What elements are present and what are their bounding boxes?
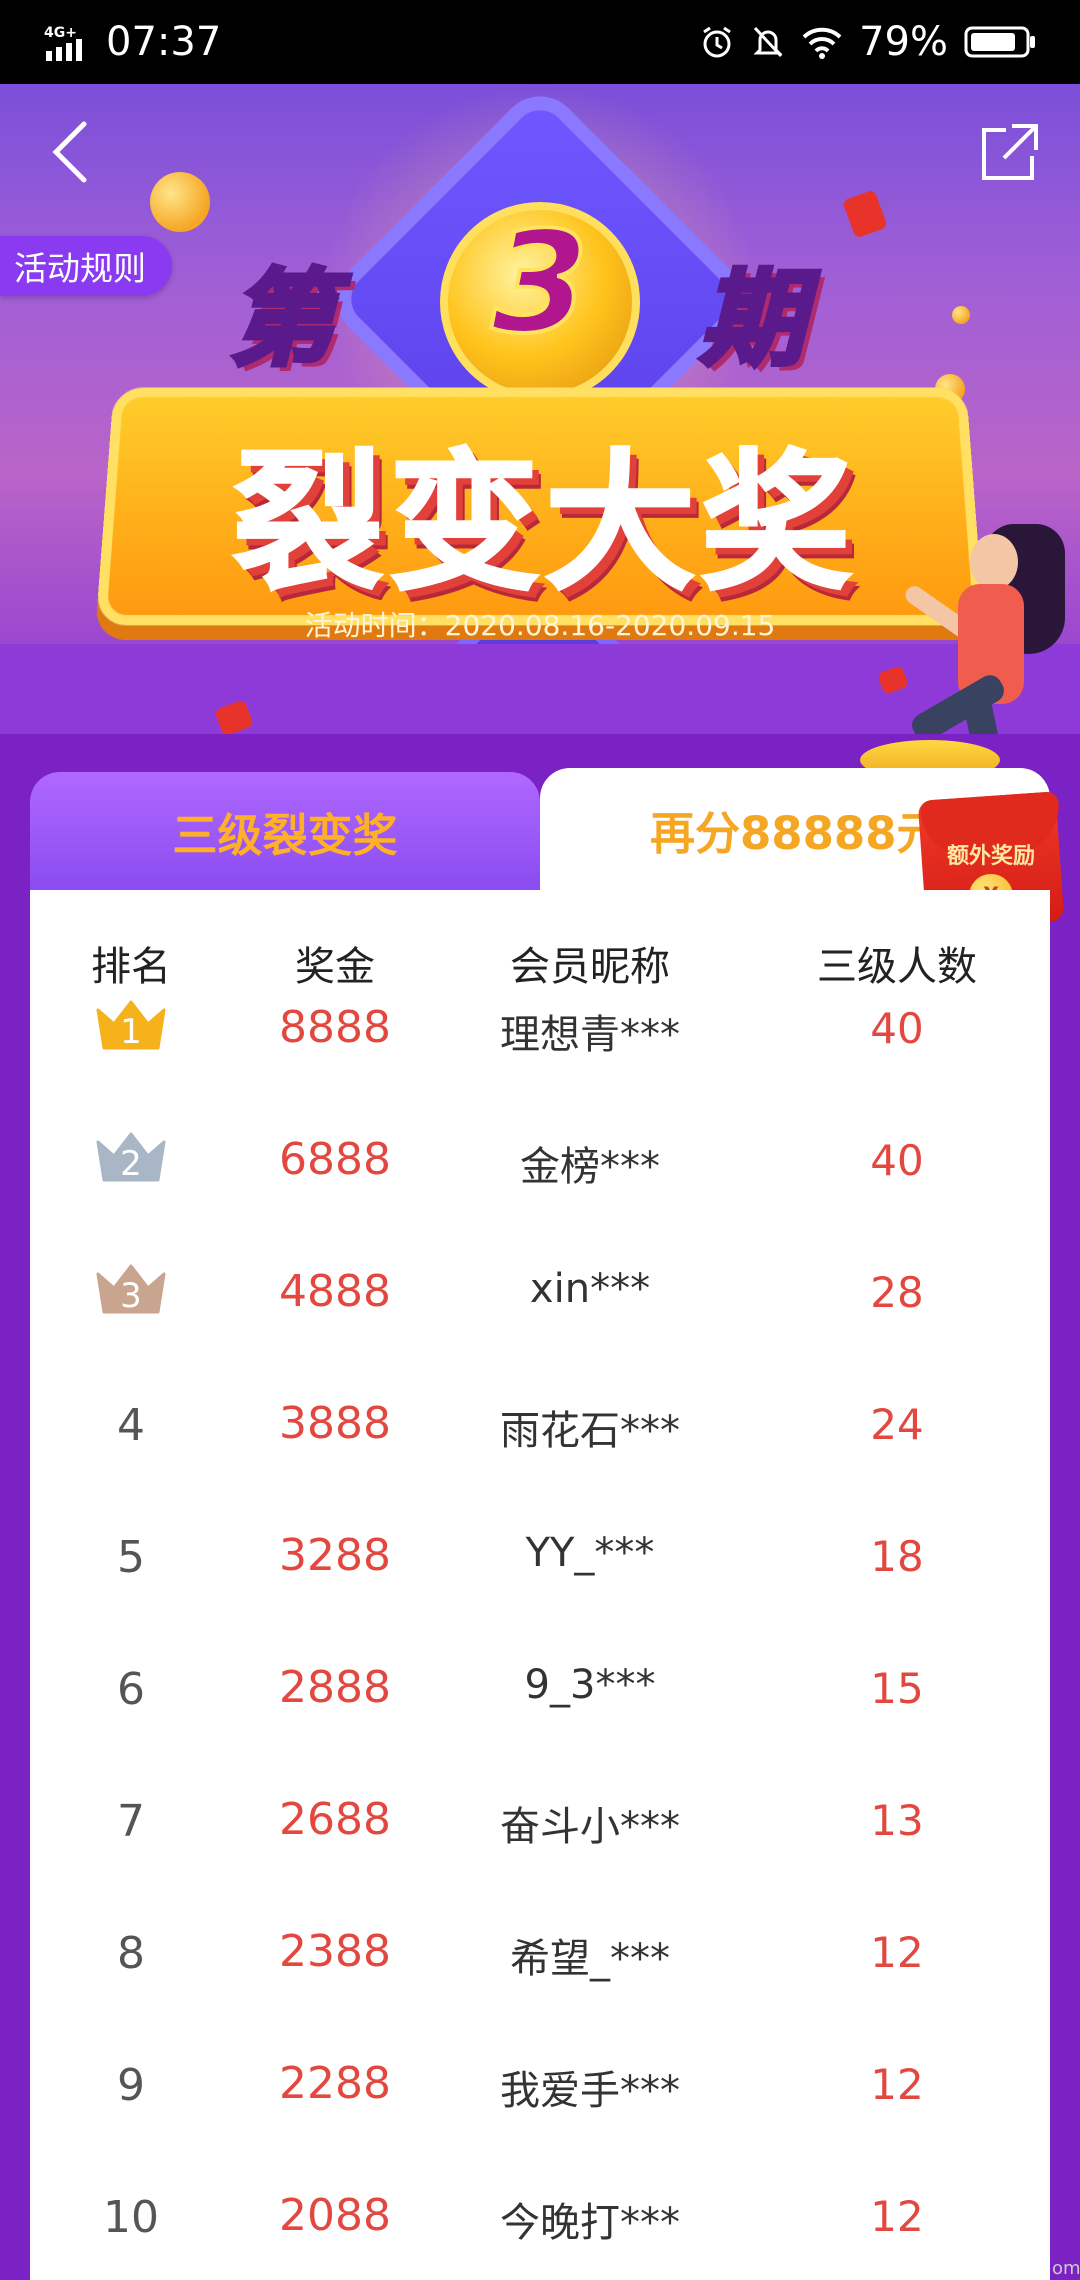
status-bar: 4G+ 07:37 79% xyxy=(0,0,1080,84)
bonus-amount: 3888 xyxy=(279,1398,391,1449)
rank-number: 8 xyxy=(117,1928,145,1979)
tab-label: 再分88888元 xyxy=(650,806,942,860)
level3-count: 12 xyxy=(870,2060,924,2109)
bonus-amount: 2688 xyxy=(279,1794,391,1845)
cellular-signal-icon: 4G+ xyxy=(44,23,90,61)
rank-number: 7 xyxy=(117,1796,145,1847)
table-row: 8 2388 希望_*** 12 xyxy=(30,1904,1050,2036)
level3-count: 15 xyxy=(870,1664,924,1713)
table-row: 6 2888 9_3*** 15 xyxy=(30,1640,1050,1772)
coin-decoration xyxy=(150,172,210,232)
rank-number: 1 xyxy=(120,1012,142,1052)
table-row: 2 6888 金榜*** 40 xyxy=(30,1112,1050,1244)
wifi-icon xyxy=(801,25,843,59)
battery-icon xyxy=(964,24,1036,60)
bonus-amount: 2288 xyxy=(279,2058,391,2109)
bonus-amount: 6888 xyxy=(279,1134,391,1185)
table-row: 3 4888 xin*** 28 xyxy=(30,1244,1050,1376)
table-row: 7 2688 奋斗小*** 13 xyxy=(30,1772,1050,1904)
period-suffix: 期 xyxy=(697,256,806,383)
member-nickname: 今晚打*** xyxy=(500,2200,680,2246)
level3-count: 24 xyxy=(870,1400,924,1449)
level3-count: 18 xyxy=(870,1532,924,1581)
coin-decoration xyxy=(952,306,970,324)
battery-percent: 79% xyxy=(859,19,948,65)
bonus-amount: 2888 xyxy=(279,1662,391,1713)
share-button[interactable] xyxy=(970,114,1050,194)
rank-number: 3 xyxy=(120,1276,142,1316)
crown-icon: 1 xyxy=(94,996,168,1052)
crown-icon: 2 xyxy=(94,1128,168,1184)
table-row: 1 8888 理想青*** 40 xyxy=(30,980,1050,1112)
bonus-amount: 2388 xyxy=(279,1926,391,1977)
rank-number: 4 xyxy=(117,1400,145,1451)
rank-number: 9 xyxy=(117,2060,145,2111)
extra-reward-label: 额外奖励 xyxy=(946,844,1035,869)
bonus-amount: 2088 xyxy=(279,2190,391,2241)
bell-off-icon xyxy=(751,24,785,60)
member-nickname: 雨花石*** xyxy=(500,1408,680,1454)
figure-head xyxy=(970,534,1018,590)
level3-count: 40 xyxy=(870,1004,924,1053)
period-prefix: 第 xyxy=(227,256,336,383)
status-right: 79% xyxy=(699,19,1036,65)
rank-number: 2 xyxy=(120,1144,142,1184)
period-number: 3 xyxy=(489,200,590,367)
hero-title: 裂变大奖 xyxy=(231,436,857,613)
tab-bar: 三级裂变奖 再分88888元 xyxy=(30,768,1050,890)
ranking-panel: 排名 奖金 会员昵称 三级人数 1 8888 理想青*** 40 2 6888 金榜*** 4… xyxy=(30,890,1050,2280)
table-row: 4 3888 雨花石*** 24 xyxy=(30,1376,1050,1508)
level3-count: 40 xyxy=(870,1136,924,1185)
rank-number: 10 xyxy=(103,2192,159,2243)
level3-count: 12 xyxy=(870,2192,924,2241)
activity-rules-button[interactable]: 活动规则 xyxy=(0,236,172,296)
crown-icon: 3 xyxy=(94,1260,168,1316)
red-envelope-decoration xyxy=(842,189,888,239)
level3-count: 28 xyxy=(870,1268,924,1317)
status-left: 4G+ 07:37 xyxy=(44,19,221,65)
rank-crown-badge: 2 xyxy=(94,1128,168,1195)
watermark: om xyxy=(1052,2258,1080,2279)
member-nickname: 9_3*** xyxy=(524,1662,656,1708)
member-nickname: 我爱手*** xyxy=(500,2068,680,2114)
rank-crown-badge: 1 xyxy=(94,996,168,1063)
chevron-left-icon xyxy=(50,120,90,188)
back-button[interactable] xyxy=(30,114,110,194)
rank-crown-badge: 3 xyxy=(94,1260,168,1327)
bonus-amount: 4888 xyxy=(279,1266,391,1317)
level3-count: 12 xyxy=(870,1928,924,1977)
alarm-icon xyxy=(699,24,735,60)
hero-banner: 第 3 期 裂变大奖 活动时间：2020.08.16-2020.09.15 活动… xyxy=(0,84,1080,734)
event-time: 活动时间：2020.08.16-2020.09.15 xyxy=(304,609,776,642)
bonus-amount: 3288 xyxy=(279,1530,391,1581)
rank-number: 6 xyxy=(117,1664,145,1715)
tab-label: 三级裂变奖 xyxy=(172,808,398,862)
member-nickname: 希望_*** xyxy=(510,1936,670,1982)
level3-count: 13 xyxy=(870,1796,924,1845)
member-nickname: 理想青*** xyxy=(500,1012,680,1058)
table-row: 10 2088 今晚打*** 12 xyxy=(30,2168,1050,2280)
status-time: 07:37 xyxy=(106,19,222,65)
rank-number: 5 xyxy=(117,1532,145,1583)
table-row: 9 2288 我爱手*** 12 xyxy=(30,2036,1050,2168)
svg-text:4G+: 4G+ xyxy=(44,25,77,41)
member-nickname: 金榜*** xyxy=(520,1144,660,1190)
member-nickname: 奋斗小*** xyxy=(500,1804,680,1850)
table-row: 5 3288 YY_*** 18 xyxy=(30,1508,1050,1640)
member-nickname: xin*** xyxy=(529,1266,651,1312)
share-icon xyxy=(978,120,1042,188)
member-nickname: YY_*** xyxy=(525,1530,655,1576)
bonus-amount: 8888 xyxy=(279,1002,391,1053)
tab-three-level-fission[interactable]: 三级裂变奖 xyxy=(30,772,540,890)
